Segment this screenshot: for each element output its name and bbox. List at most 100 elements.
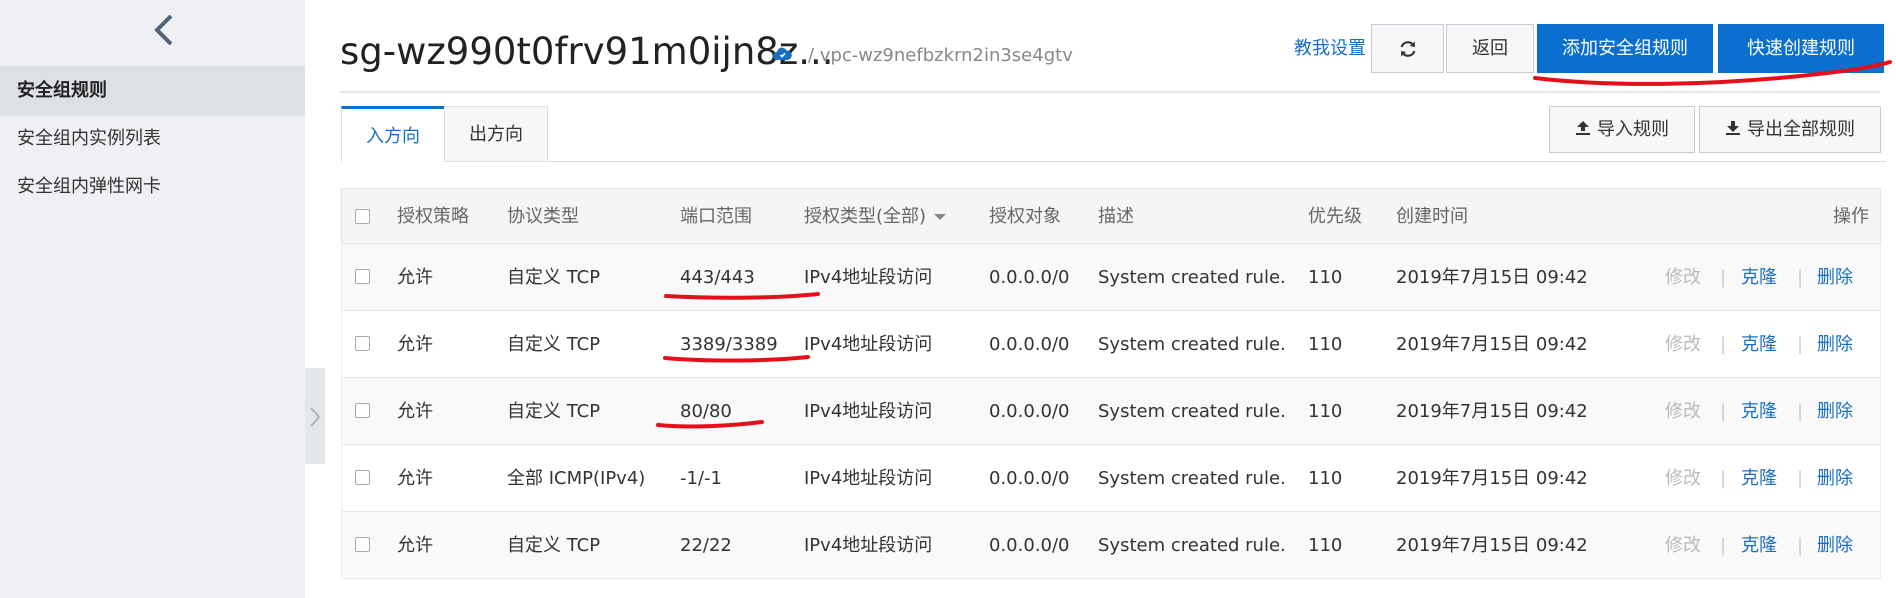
cell-created: 2019年7月15日 09:42	[1396, 468, 1588, 489]
column-header-actions: 操作	[1833, 206, 1869, 227]
delete-link[interactable]: 删除	[1817, 512, 1853, 579]
cell-auth-type: IPv4地址段访问	[804, 535, 933, 556]
sidebar: 安全组规则 安全组内实例列表 安全组内弹性网卡	[0, 0, 305, 598]
table-row: 允许 自定义 TCP 443/443 IPv4地址段访问 0.0.0.0/0 S…	[341, 244, 1881, 311]
auth-type-filter-label: 授权类型(全部)	[804, 206, 927, 227]
cell-created: 2019年7月15日 09:42	[1396, 334, 1588, 355]
action-separator: |	[1720, 334, 1727, 355]
page-title: sg-wz990t0frv91m0ijn8z...	[340, 30, 834, 73]
clone-link[interactable]: 克隆	[1741, 378, 1777, 445]
tab-inbound[interactable]: 入方向	[341, 106, 445, 162]
chevron-right-icon	[310, 407, 321, 427]
cell-created: 2019年7月15日 09:42	[1396, 535, 1588, 556]
column-header-protocol: 协议类型	[507, 206, 579, 227]
cell-port: 22/22	[680, 535, 732, 556]
sidebar-item-enis[interactable]: 安全组内弹性网卡	[0, 162, 305, 212]
cell-protocol: 自定义 TCP	[507, 267, 601, 288]
action-separator: |	[1797, 401, 1804, 422]
cell-port: 80/80	[680, 401, 732, 422]
cell-priority: 110	[1308, 334, 1343, 355]
cell-policy: 允许	[397, 334, 433, 355]
action-separator: |	[1797, 468, 1804, 489]
cell-protocol: 全部 ICMP(IPv4)	[507, 468, 646, 489]
upload-icon	[1576, 121, 1590, 135]
table-header: 授权策略 协议类型 端口范围 授权类型(全部) 授权对象 描述 优先级 创建时间…	[341, 188, 1881, 244]
cell-created: 2019年7月15日 09:42	[1396, 401, 1588, 422]
refresh-icon	[1400, 41, 1415, 57]
action-separator: |	[1797, 535, 1804, 556]
edit-link[interactable]: 修改	[1665, 311, 1701, 378]
tab-outbound[interactable]: 出方向	[444, 106, 548, 162]
action-separator: |	[1720, 535, 1727, 556]
column-header-priority: 优先级	[1308, 206, 1362, 227]
cell-created: 2019年7月15日 09:42	[1396, 267, 1588, 288]
cell-auth-type: IPv4地址段访问	[804, 401, 933, 422]
cell-description: System created rule.	[1098, 401, 1286, 422]
action-separator: |	[1720, 401, 1727, 422]
edit-link[interactable]: 修改	[1665, 512, 1701, 579]
table-row: 允许 全部 ICMP(IPv4) -1/-1 IPv4地址段访问 0.0.0.0…	[341, 445, 1881, 512]
back-button[interactable]: 返回	[1446, 24, 1534, 73]
edit-link[interactable]: 修改	[1665, 378, 1701, 445]
column-header-policy: 授权策略	[397, 206, 469, 227]
cell-auth-type: IPv4地址段访问	[804, 468, 933, 489]
action-separator: |	[1720, 468, 1727, 489]
cell-description: System created rule.	[1098, 334, 1286, 355]
clone-link[interactable]: 克隆	[1741, 311, 1777, 378]
cell-priority: 110	[1308, 535, 1343, 556]
column-header-port: 端口范围	[680, 206, 752, 227]
column-header-auth-type[interactable]: 授权类型(全部)	[804, 189, 947, 245]
table-row: 允许 自定义 TCP 22/22 IPv4地址段访问 0.0.0.0/0 Sys…	[341, 512, 1881, 579]
cell-auth-object: 0.0.0.0/0	[989, 267, 1070, 288]
delete-link[interactable]: 删除	[1817, 311, 1853, 378]
action-separator: |	[1797, 267, 1804, 288]
cell-policy: 允许	[397, 267, 433, 288]
cell-priority: 110	[1308, 401, 1343, 422]
sidebar-item-rules[interactable]: 安全组规则	[0, 66, 305, 116]
clone-link[interactable]: 克隆	[1741, 445, 1777, 512]
vpc-breadcrumb[interactable]: / vpc-wz9nefbzkrn2in3se4gtv	[808, 45, 1073, 66]
table-row: 允许 自定义 TCP 3389/3389 IPv4地址段访问 0.0.0.0/0…	[341, 311, 1881, 378]
cell-auth-type: IPv4地址段访问	[804, 267, 933, 288]
cell-port: 443/443	[680, 267, 755, 288]
clone-link[interactable]: 克隆	[1741, 244, 1777, 311]
delete-link[interactable]: 删除	[1817, 445, 1853, 512]
clone-link[interactable]: 克隆	[1741, 512, 1777, 579]
refresh-button[interactable]	[1371, 24, 1444, 73]
cell-description: System created rule.	[1098, 267, 1286, 288]
column-header-auth-object: 授权对象	[989, 206, 1061, 227]
edit-link[interactable]: 修改	[1665, 244, 1701, 311]
help-setup-link[interactable]: 教我设置	[1294, 34, 1366, 60]
cell-description: System created rule.	[1098, 535, 1286, 556]
export-all-rules-button[interactable]: 导出全部规则	[1699, 106, 1881, 153]
back-chevron-icon[interactable]	[145, 10, 185, 50]
export-all-rules-label: 导出全部规则	[1747, 119, 1855, 140]
cell-auth-object: 0.0.0.0/0	[989, 401, 1070, 422]
cell-priority: 110	[1308, 267, 1343, 288]
column-header-created: 创建时间	[1396, 206, 1468, 227]
add-security-group-rule-button[interactable]: 添加安全组规则	[1537, 24, 1713, 73]
delete-link[interactable]: 删除	[1817, 244, 1853, 311]
action-separator: |	[1720, 267, 1727, 288]
cell-description: System created rule.	[1098, 468, 1286, 489]
cell-auth-object: 0.0.0.0/0	[989, 334, 1070, 355]
sidebar-collapse-handle[interactable]	[305, 368, 325, 464]
cell-auth-object: 0.0.0.0/0	[989, 535, 1070, 556]
cell-protocol: 自定义 TCP	[507, 535, 601, 556]
cloud-icon	[773, 47, 792, 60]
table-row: 允许 自定义 TCP 80/80 IPv4地址段访问 0.0.0.0/0 Sys…	[341, 378, 1881, 445]
cell-policy: 允许	[397, 535, 433, 556]
cell-port: 3389/3389	[680, 334, 778, 355]
cell-port: -1/-1	[680, 468, 722, 489]
cell-protocol: 自定义 TCP	[507, 401, 601, 422]
import-rules-button[interactable]: 导入规则	[1549, 106, 1695, 153]
cell-protocol: 自定义 TCP	[507, 334, 601, 355]
sidebar-item-instances[interactable]: 安全组内实例列表	[0, 114, 305, 164]
cell-policy: 允许	[397, 468, 433, 489]
caret-down-icon	[934, 214, 947, 220]
quick-create-rule-button[interactable]: 快速创建规则	[1718, 24, 1884, 73]
delete-link[interactable]: 删除	[1817, 378, 1853, 445]
cell-auth-object: 0.0.0.0/0	[989, 468, 1070, 489]
edit-link[interactable]: 修改	[1665, 445, 1701, 512]
action-separator: |	[1797, 334, 1804, 355]
